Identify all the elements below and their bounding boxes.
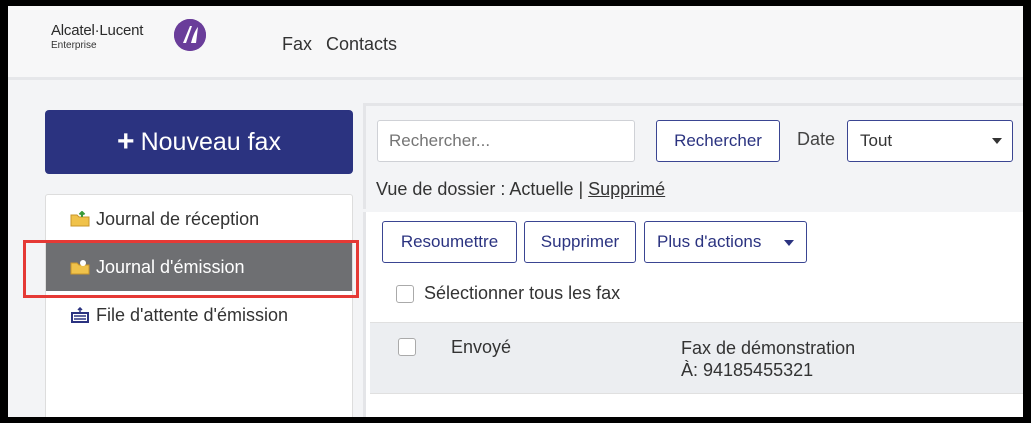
- sidebar: Journal de réception Journal d'émission …: [45, 194, 353, 417]
- plus-icon: +: [117, 125, 135, 158]
- sidebar-item-send-queue[interactable]: File d'attente d'émission: [46, 291, 352, 339]
- folder-view: Vue de dossier : Actuelle | Supprimé: [376, 179, 665, 200]
- date-select-value: Tout: [860, 131, 893, 150]
- fax-recipient: À: 94185455321: [681, 360, 814, 380]
- brand-name: Alcatel·Lucent: [51, 22, 144, 39]
- more-actions-label: Plus d'actions: [657, 232, 762, 251]
- select-all-checkbox[interactable]: [396, 285, 414, 303]
- nav-contacts[interactable]: Contacts: [326, 34, 397, 55]
- delete-button[interactable]: Supprimer: [524, 221, 636, 263]
- app-window: Alcatel·Lucent Enterprise Fax Contacts +…: [8, 6, 1023, 417]
- alcatel-lucent-logo-icon: [174, 19, 206, 51]
- fax-subject-title: Fax de démonstration: [681, 338, 856, 358]
- sidebar-item-label: Journal d'émission: [96, 256, 245, 277]
- deleted-folder-link[interactable]: Supprimé: [588, 179, 665, 199]
- queue-icon: [70, 306, 92, 324]
- search-input[interactable]: [377, 120, 635, 162]
- date-select[interactable]: Tout: [847, 120, 1013, 162]
- row-checkbox[interactable]: [398, 338, 416, 356]
- resubmit-button[interactable]: Resoumettre: [382, 221, 517, 263]
- select-all-label: Sélectionner tous les fax: [424, 283, 621, 303]
- folder-outbox-icon: [70, 258, 92, 276]
- sidebar-item-label: Journal de réception: [96, 208, 260, 229]
- fax-status: Envoyé: [451, 337, 512, 357]
- more-actions-dropdown[interactable]: Plus d'actions: [644, 221, 807, 263]
- search-button[interactable]: Rechercher: [656, 120, 780, 162]
- top-nav: Fax Contacts: [282, 34, 397, 55]
- fax-subject[interactable]: Fax de démonstration À: 94185455321: [681, 337, 855, 381]
- date-label: Date: [797, 129, 836, 149]
- header: Alcatel·Lucent Enterprise Fax Contacts: [8, 6, 1023, 80]
- sidebar-item-received-log[interactable]: Journal de réception: [46, 195, 352, 243]
- folder-inbox-icon: [70, 210, 92, 228]
- new-fax-button[interactable]: + Nouveau fax: [45, 110, 353, 174]
- chevron-down-icon: [992, 138, 1002, 144]
- folder-view-prefix: Vue de dossier : Actuelle |: [376, 179, 589, 199]
- sidebar-item-label: File d'attente d'émission: [96, 304, 288, 325]
- nav-fax[interactable]: Fax: [282, 34, 312, 55]
- new-fax-label: Nouveau fax: [140, 127, 281, 156]
- chevron-down-icon: [784, 240, 794, 246]
- brand-logo[interactable]: Alcatel·Lucent Enterprise: [51, 19, 206, 51]
- brand-sub: Enterprise: [51, 40, 97, 51]
- sidebar-item-sent-log[interactable]: Journal d'émission: [46, 243, 352, 291]
